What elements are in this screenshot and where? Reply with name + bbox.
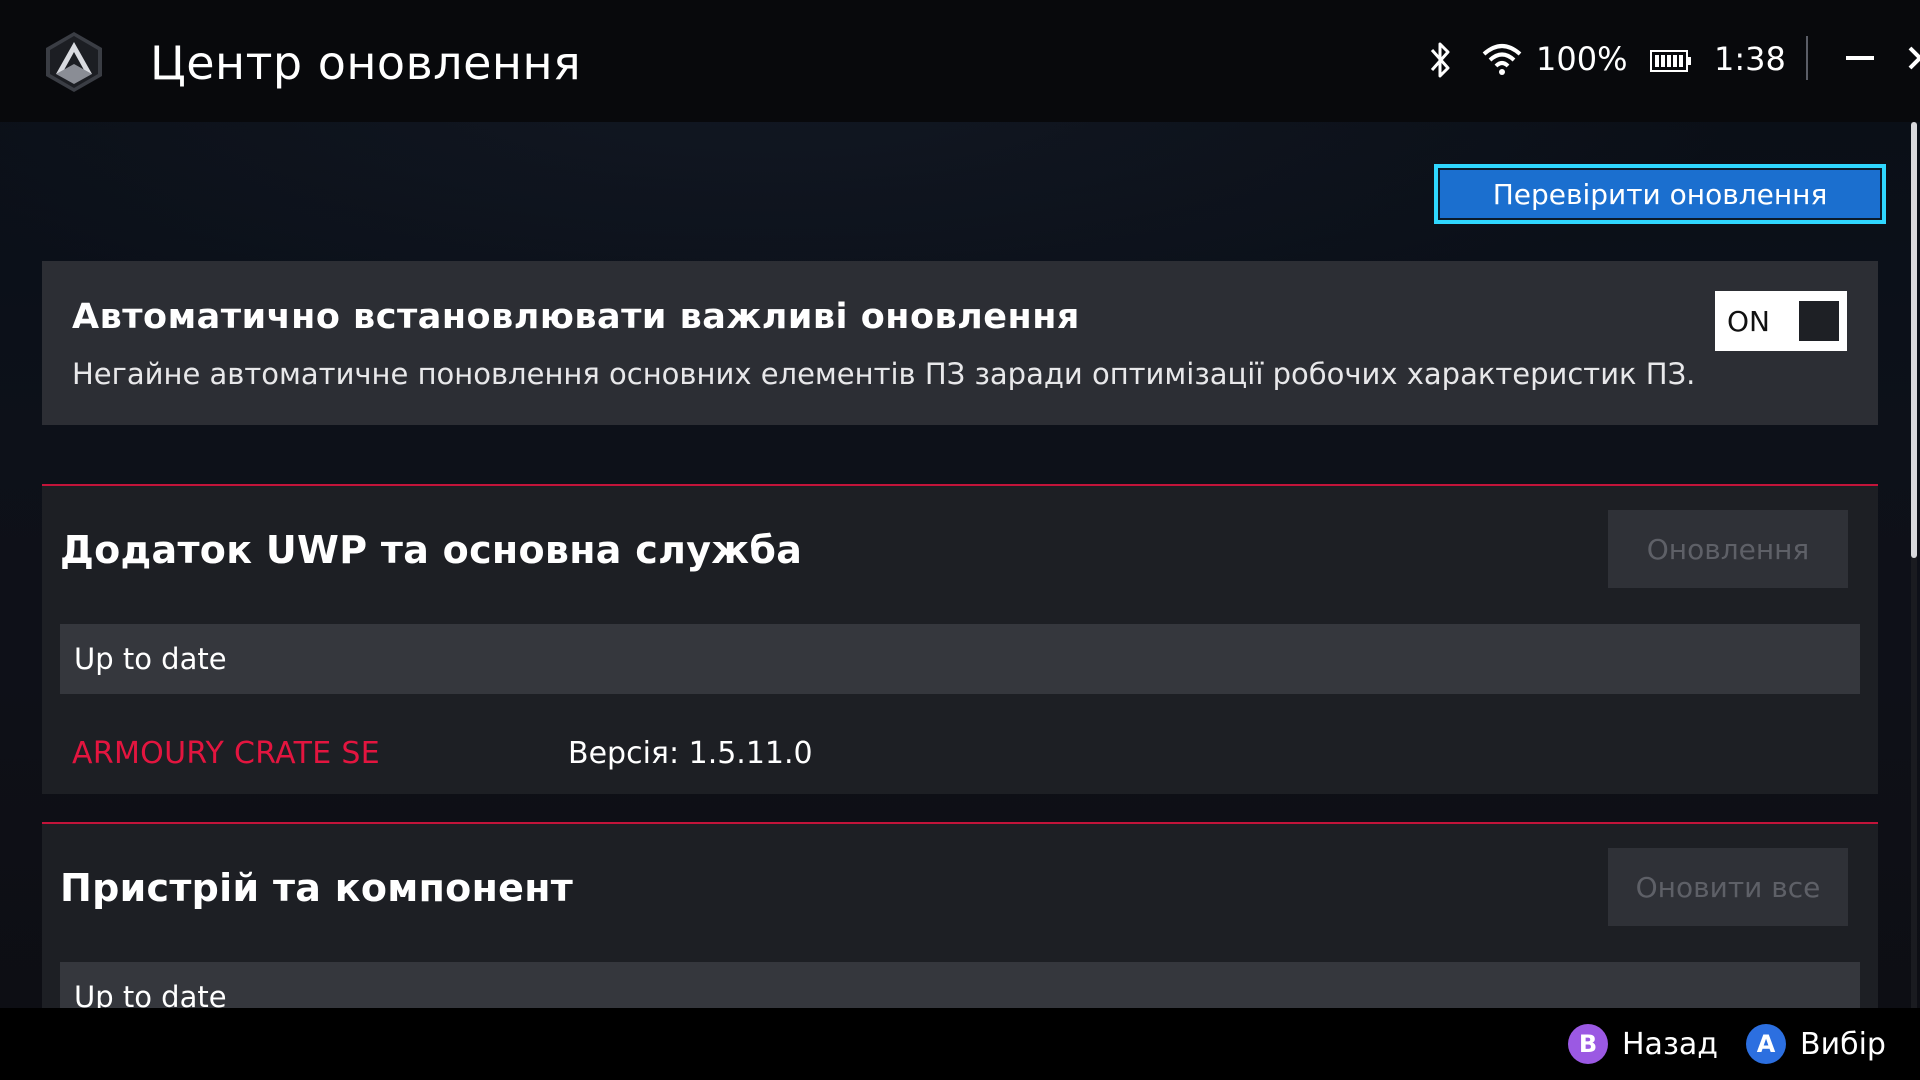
update-button[interactable]: Оновлення <box>1608 510 1848 588</box>
page-title: Центр оновлення <box>150 36 582 90</box>
toggle-state-label: ON <box>1727 305 1770 338</box>
system-status-area: 100% 1:38 <box>1400 36 1920 86</box>
app-name: ARMOURY CRATE SE <box>72 736 380 771</box>
auto-install-description: Негайне автоматичне поновлення основних … <box>72 357 1696 391</box>
section-title: Пристрій та компонент <box>60 866 574 910</box>
app-version: Версія: 1.5.11.0 <box>568 736 813 771</box>
bottom-hint-bar: B Назад A Вибір <box>0 1008 1920 1080</box>
rog-ally-logo-icon <box>42 30 106 94</box>
update-status-bar: Up to date <box>60 624 1860 694</box>
update-status-text: Up to date <box>74 642 227 676</box>
battery-full-icon <box>1650 50 1692 72</box>
check-updates-button[interactable]: Перевірити оновлення <box>1434 164 1886 224</box>
select-hint[interactable]: A Вибір <box>1746 1022 1886 1066</box>
titlebar-divider <box>1806 36 1808 80</box>
close-icon <box>1908 46 1920 70</box>
section-title: Додаток UWP та основна служба <box>60 528 803 572</box>
scrollbar-thumb[interactable] <box>1911 122 1917 558</box>
scrollbar[interactable] <box>1911 122 1917 1012</box>
clock: 1:38 <box>1714 40 1786 78</box>
close-button[interactable] <box>1900 36 1920 80</box>
auto-install-title: Автоматично встановлювати важливі оновле… <box>72 297 1080 337</box>
wifi-icon <box>1482 42 1522 76</box>
toggle-knob <box>1799 301 1839 341</box>
battery-percent: 100% <box>1536 40 1628 78</box>
update-center-window: Центр оновлення 100% 1:38 Перевірити оно… <box>0 0 1920 1080</box>
auto-install-toggle[interactable]: ON <box>1715 291 1847 351</box>
title-bar: Центр оновлення 100% 1:38 <box>0 0 1920 122</box>
back-hint[interactable]: B Назад <box>1568 1022 1718 1066</box>
back-label: Назад <box>1622 1026 1719 1062</box>
auto-install-panel: Автоматично встановлювати важливі оновле… <box>42 261 1878 425</box>
section-uwp-app: Додаток UWP та основна служба Оновлення … <box>42 484 1878 794</box>
minimize-icon <box>1846 56 1874 60</box>
bluetooth-icon <box>1426 40 1454 80</box>
select-label: Вибір <box>1800 1026 1886 1062</box>
minimize-button[interactable] <box>1836 36 1882 80</box>
b-button-icon: B <box>1568 1024 1608 1064</box>
a-button-icon: A <box>1746 1024 1786 1064</box>
update-all-button[interactable]: Оновити все <box>1608 848 1848 926</box>
